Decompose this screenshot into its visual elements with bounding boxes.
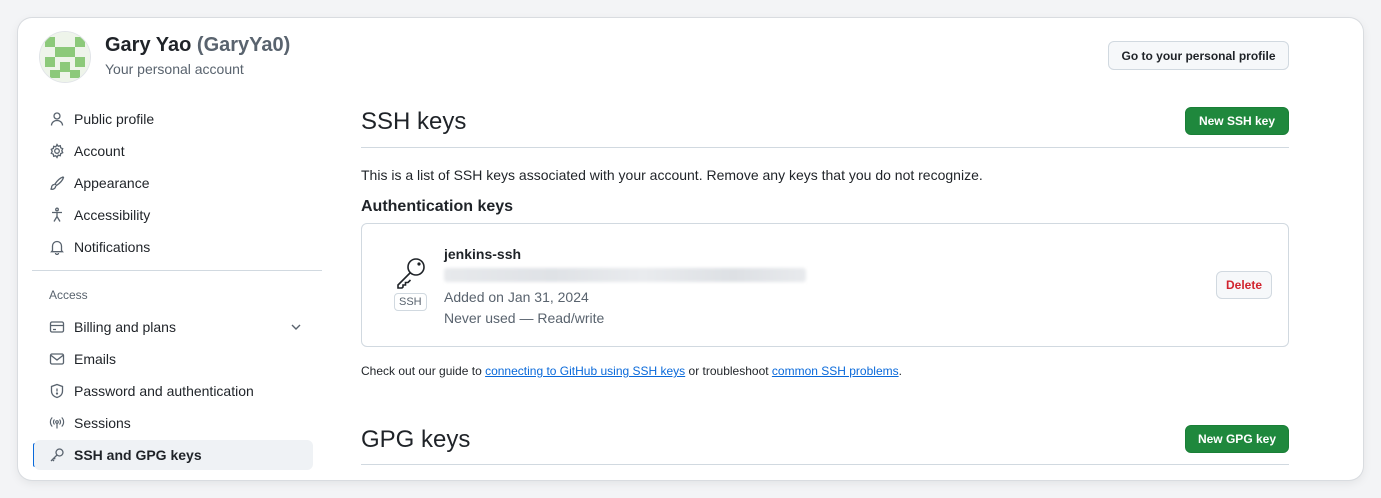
user-name: Gary Yao (GaryYa0) bbox=[105, 34, 290, 57]
sidebar-item-label: Password and authentication bbox=[74, 383, 254, 399]
gpg-keys-heading: GPG keys bbox=[361, 426, 471, 453]
sidebar-item-label: Notifications bbox=[74, 239, 151, 255]
account-subtitle: Your personal account bbox=[105, 61, 244, 77]
ssh-key-usage: Never used — Read/write bbox=[444, 310, 605, 326]
authentication-keys-heading: Authentication keys bbox=[361, 198, 514, 215]
sidebar-divider bbox=[32, 270, 322, 271]
sidebar-item-label: Emails bbox=[74, 351, 117, 367]
access-section-label: Access bbox=[49, 288, 88, 302]
shield-lock-icon bbox=[49, 383, 65, 399]
gear-icon bbox=[49, 143, 65, 159]
avatar[interactable] bbox=[40, 32, 90, 82]
paintbrush-icon bbox=[49, 175, 65, 191]
sidebar-item-billing[interactable]: Billing and plans bbox=[34, 312, 313, 342]
delete-ssh-key-button[interactable]: Delete bbox=[1216, 271, 1272, 299]
mail-icon bbox=[49, 351, 65, 367]
broadcast-icon bbox=[49, 415, 65, 431]
accessibility-icon bbox=[49, 207, 65, 223]
ssh-key-list-item: SSH jenkins-ssh Added on Jan 31, 2024 Ne… bbox=[361, 223, 1289, 347]
ssh-guide-text: Check out our guide to connecting to Git… bbox=[361, 364, 902, 378]
new-ssh-key-button[interactable]: New SSH key bbox=[1185, 107, 1289, 135]
ssh-key-title: jenkins-ssh bbox=[444, 246, 522, 262]
guide-middle: or troubleshoot bbox=[685, 364, 772, 378]
new-gpg-key-button[interactable]: New GPG key bbox=[1185, 425, 1289, 453]
user-login: (GaryYa0) bbox=[196, 34, 291, 56]
ssh-heading-divider bbox=[361, 147, 1289, 148]
key-icon bbox=[393, 254, 429, 295]
sidebar-item-label: Sessions bbox=[74, 415, 131, 431]
sidebar-item-label: SSH and GPG keys bbox=[74, 447, 202, 463]
connecting-ssh-link[interactable]: connecting to GitHub using SSH keys bbox=[485, 364, 685, 378]
sidebar-item-label: Billing and plans bbox=[74, 319, 176, 335]
ssh-key-type-badge: SSH bbox=[394, 293, 427, 311]
settings-window: Gary Yao (GaryYa0) Your personal account… bbox=[18, 18, 1363, 480]
sidebar-item-accessibility[interactable]: Accessibility bbox=[34, 200, 313, 230]
user-display-name: Gary Yao bbox=[105, 34, 192, 56]
sidebar-item-label: Public profile bbox=[74, 111, 155, 127]
sidebar-item-account[interactable]: Account bbox=[34, 136, 313, 166]
guide-prefix: Check out our guide to bbox=[361, 364, 486, 378]
sidebar-item-notifications[interactable]: Notifications bbox=[34, 232, 313, 262]
bell-icon bbox=[49, 239, 65, 255]
ssh-keys-heading: SSH keys bbox=[361, 108, 467, 135]
sidebar-item-label: Accessibility bbox=[74, 207, 151, 223]
go-to-profile-button[interactable]: Go to your personal profile bbox=[1108, 41, 1289, 70]
sidebar-item-label: Account bbox=[74, 143, 125, 159]
common-ssh-problems-link[interactable]: common SSH problems bbox=[772, 364, 899, 378]
credit-card-icon bbox=[49, 319, 65, 335]
sidebar-item-sessions[interactable]: Sessions bbox=[34, 408, 313, 438]
key-icon bbox=[49, 447, 65, 463]
sidebar-item-emails[interactable]: Emails bbox=[34, 344, 313, 374]
ssh-key-fingerprint-redacted bbox=[444, 268, 806, 282]
person-icon bbox=[49, 111, 65, 127]
sidebar-item-label: Appearance bbox=[74, 175, 150, 191]
sidebar-item-password[interactable]: Password and authentication bbox=[34, 376, 313, 406]
sidebar-item-public-profile[interactable]: Public profile bbox=[34, 104, 313, 134]
chevron-down-icon[interactable] bbox=[289, 320, 303, 337]
sidebar-item-ssh-gpg-keys[interactable]: SSH and GPG keys bbox=[34, 440, 313, 470]
ssh-key-added-date: Added on Jan 31, 2024 bbox=[444, 289, 589, 305]
sidebar-item-appearance[interactable]: Appearance bbox=[34, 168, 313, 198]
gpg-heading-divider bbox=[361, 464, 1289, 465]
guide-suffix: . bbox=[898, 364, 902, 378]
ssh-description: This is a list of SSH keys associated wi… bbox=[361, 167, 983, 183]
